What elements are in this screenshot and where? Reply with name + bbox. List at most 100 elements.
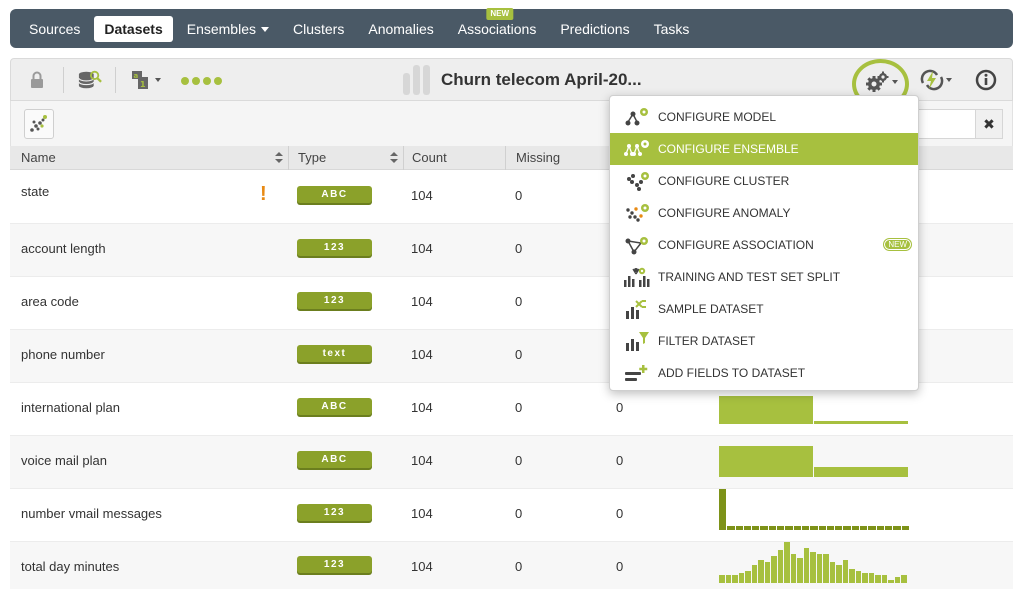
add-fields-icon bbox=[623, 361, 651, 385]
field-name[interactable]: international plan bbox=[21, 400, 120, 415]
menu-item-configure-ensemble[interactable]: CONFIGURE ENSEMBLE bbox=[610, 133, 918, 165]
caret-down-icon bbox=[892, 80, 898, 84]
menu-item-label: CONFIGURE MODEL bbox=[658, 110, 777, 124]
scatterplot-icon bbox=[30, 115, 47, 132]
histogram-bar bbox=[745, 571, 751, 583]
ensemble-gear-icon bbox=[623, 137, 651, 161]
field-name[interactable]: number vmail messages bbox=[21, 506, 162, 521]
field-errors: 0 bbox=[616, 506, 624, 521]
menu-item-sample-dataset[interactable]: SAMPLE DATASET bbox=[610, 293, 918, 325]
clear-search-button[interactable]: ✖ bbox=[975, 109, 1003, 139]
histogram-bar bbox=[829, 562, 835, 583]
menu-item-label: CONFIGURE ENSEMBLE bbox=[658, 142, 799, 156]
column-header-type[interactable]: Type bbox=[298, 150, 326, 165]
histogram-bar bbox=[790, 554, 796, 583]
nav-ensembles[interactable]: Ensembles bbox=[177, 16, 279, 42]
field-errors: 0 bbox=[616, 453, 624, 468]
field-missing: 0 bbox=[515, 347, 523, 362]
dataset-search-icon[interactable] bbox=[78, 68, 102, 92]
field-name[interactable]: area code bbox=[21, 294, 79, 309]
nav-associations[interactable]: Associations NEW bbox=[448, 7, 547, 42]
histogram-bar bbox=[727, 526, 735, 530]
histogram-bar bbox=[842, 560, 848, 583]
field-name[interactable]: phone number bbox=[21, 347, 105, 362]
caret-down-icon bbox=[946, 78, 952, 82]
histogram-bar bbox=[738, 573, 744, 583]
histogram[interactable] bbox=[719, 542, 907, 583]
field-types-icon[interactable]: a1 bbox=[129, 68, 163, 92]
menu-item-train-test-split[interactable]: TRAINING AND TEST SET SPLIT bbox=[610, 261, 918, 293]
sort-icon[interactable] bbox=[390, 152, 398, 164]
type-badge: 123 bbox=[297, 239, 372, 256]
type-badge: 123 bbox=[297, 504, 372, 521]
field-count: 104 bbox=[411, 347, 433, 362]
histogram-bar bbox=[751, 565, 757, 583]
histogram[interactable] bbox=[719, 489, 909, 530]
nav-label: Tasks bbox=[653, 20, 690, 37]
svg-text:a: a bbox=[134, 72, 139, 80]
menu-item-filter-dataset[interactable]: FILTER DATASET bbox=[610, 325, 918, 357]
column-header-count[interactable]: Count bbox=[412, 150, 447, 165]
histogram[interactable] bbox=[719, 436, 908, 477]
nav-predictions[interactable]: Predictions bbox=[550, 16, 639, 42]
histogram-bar bbox=[732, 575, 738, 583]
histogram-bar bbox=[884, 526, 893, 530]
column-header-name[interactable]: Name bbox=[21, 150, 56, 165]
type-badge: ABC bbox=[297, 186, 372, 203]
table-row[interactable]: voice mail plan ABC 104 0 0 bbox=[10, 436, 1013, 489]
menu-item-add-fields[interactable]: ADD FIELDS TO DATASET bbox=[610, 357, 918, 389]
menu-item-configure-anomaly[interactable]: CONFIGURE ANOMALY bbox=[610, 197, 918, 229]
nav-label: Anomalies bbox=[368, 20, 434, 37]
histogram-bar bbox=[777, 526, 785, 530]
nav-anomalies[interactable]: Anomalies bbox=[358, 16, 443, 42]
histogram-bar bbox=[810, 552, 816, 583]
histogram-bar bbox=[855, 571, 861, 583]
field-name[interactable]: voice mail plan bbox=[21, 453, 107, 468]
menu-item-label: ADD FIELDS TO DATASET bbox=[658, 366, 806, 380]
histogram-bar bbox=[876, 526, 884, 530]
menu-item-configure-cluster[interactable]: CONFIGURE CLUSTER bbox=[610, 165, 918, 197]
table-row[interactable]: number vmail messages 123 104 0 0 bbox=[10, 489, 1013, 542]
field-name[interactable]: total day minutes bbox=[21, 559, 119, 574]
nav-label: Predictions bbox=[560, 20, 630, 37]
histogram-bar bbox=[801, 526, 810, 530]
nav-tasks[interactable]: Tasks bbox=[644, 16, 700, 42]
close-icon: ✖ bbox=[983, 115, 995, 132]
sort-icon[interactable] bbox=[275, 152, 283, 164]
scatterplot-button[interactable] bbox=[24, 109, 54, 139]
split-icon bbox=[623, 265, 651, 289]
gear-icon bbox=[866, 71, 889, 92]
table-row[interactable]: total day minutes 123 104 0 0 bbox=[10, 542, 1013, 589]
histogram-bar bbox=[803, 548, 809, 583]
svg-text:1: 1 bbox=[140, 80, 146, 89]
field-count: 104 bbox=[411, 559, 433, 574]
warning-icon[interactable]: ! bbox=[260, 183, 267, 206]
association-gear-icon bbox=[623, 233, 651, 257]
histogram-bar bbox=[743, 526, 752, 530]
field-errors: 0 bbox=[616, 400, 624, 415]
nav-datasets[interactable]: Datasets bbox=[94, 15, 173, 42]
histogram-bar bbox=[764, 562, 770, 583]
configure-gear-button[interactable] bbox=[866, 71, 898, 93]
column-header-missing[interactable]: Missing bbox=[516, 150, 560, 165]
anomaly-gear-icon bbox=[623, 201, 651, 225]
nav-clusters[interactable]: Clusters bbox=[283, 16, 354, 42]
histogram-bar bbox=[868, 526, 876, 530]
field-name[interactable]: account length bbox=[21, 241, 106, 256]
nav-sources[interactable]: Sources bbox=[19, 16, 90, 42]
menu-item-configure-association[interactable]: CONFIGURE ASSOCIATION NEW bbox=[610, 229, 918, 261]
histogram-bar bbox=[752, 526, 760, 530]
one-click-model-icon[interactable] bbox=[919, 68, 953, 92]
toolbar-divider bbox=[115, 67, 116, 93]
histogram[interactable] bbox=[719, 390, 908, 424]
field-missing: 0 bbox=[515, 453, 523, 468]
histogram-bar bbox=[835, 526, 843, 530]
histogram-bar bbox=[785, 526, 793, 530]
lock-icon[interactable] bbox=[25, 68, 49, 92]
field-name[interactable]: state bbox=[21, 184, 49, 199]
info-icon[interactable] bbox=[974, 68, 998, 92]
histogram-bar bbox=[771, 556, 777, 583]
histogram-bar bbox=[768, 526, 777, 530]
new-badge: NEW bbox=[883, 238, 912, 251]
menu-item-configure-model[interactable]: CONFIGURE MODEL bbox=[610, 101, 918, 133]
